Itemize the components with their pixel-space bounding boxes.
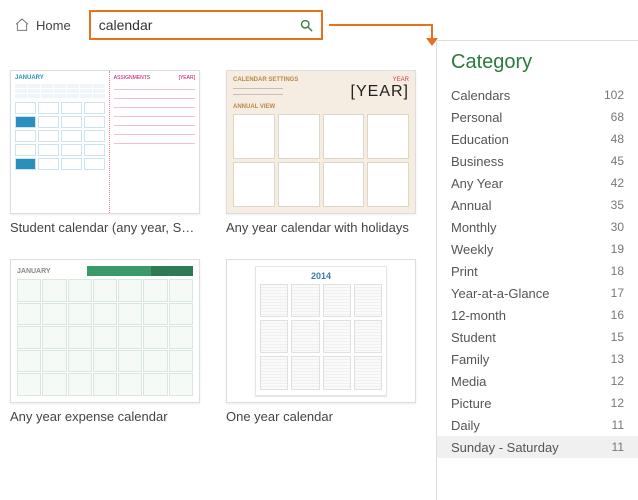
category-item-count: 15 [611,330,624,344]
search-box [89,10,323,40]
category-item[interactable]: Weekly 19 [437,238,638,260]
category-item-count: 11 [612,418,624,432]
template-card[interactable]: JANUARY Any year expense calendar [10,259,200,424]
category-item[interactable]: Any Year 42 [437,172,638,194]
template-label: Any year expense calendar [10,409,200,424]
category-item[interactable]: Monthly 30 [437,216,638,238]
category-item[interactable]: Print 18 [437,260,638,282]
template-card[interactable]: JANUARY ASSIGNMENTS[YEAR] Student calend… [10,70,200,235]
search-icon [299,18,314,33]
search-input[interactable] [91,13,293,37]
category-item-count: 68 [611,110,624,124]
category-item[interactable]: Picture 12 [437,392,638,414]
category-item[interactable]: Calendars 102 [437,84,638,106]
category-item-name: 12-month [451,308,506,323]
category-item-name: Annual [451,198,491,213]
category-title: Category [437,41,638,82]
category-item-count: 12 [611,396,624,410]
category-item-count: 12 [611,374,624,388]
template-grid: JANUARY ASSIGNMENTS[YEAR] Student calend… [10,46,430,424]
category-item-count: 16 [611,308,624,322]
annotation-arrow [329,24,433,26]
category-item[interactable]: Annual 35 [437,194,638,216]
category-item-count: 30 [611,220,624,234]
category-item-name: Family [451,352,489,367]
category-item-name: Business [451,154,504,169]
category-item[interactable]: 12-month 16 [437,304,638,326]
template-card[interactable]: 2014 One year calendar [226,259,416,424]
category-item-count: 13 [611,352,624,366]
template-card[interactable]: CALENDAR SETTINGS YEAR [YEAR] ANNUAL VIE… [226,70,416,235]
template-label: Student calendar (any year, Sun... [10,220,200,235]
category-list: Calendars 102 Personal 68 Education 48 Busines… [437,82,638,460]
category-item-name: Education [451,132,509,147]
search-button[interactable] [293,12,321,38]
category-item[interactable]: Year-at-a-Glance 17 [437,282,638,304]
category-item-name: Weekly [451,242,493,257]
category-item-name: Print [451,264,478,279]
template-label: One year calendar [226,409,416,424]
category-item-name: Year-at-a-Glance [451,286,550,301]
template-label: Any year calendar with holidays [226,220,416,235]
category-item-name: Calendars [451,88,510,103]
category-item[interactable]: Personal 68 [437,106,638,128]
category-item-name: Personal [451,110,502,125]
category-item-count: 19 [611,242,624,256]
category-item-count: 35 [611,198,624,212]
category-item-name: Monthly [451,220,497,235]
category-item-name: Picture [451,396,491,411]
category-item[interactable]: Student 15 [437,326,638,348]
thumb-month: JANUARY [15,75,105,81]
category-item-name: Daily [451,418,480,433]
category-item-count: 17 [611,286,624,300]
template-thumbnail: CALENDAR SETTINGS YEAR [YEAR] ANNUAL VIE… [226,70,416,214]
category-item-count: 11 [612,440,624,454]
category-item[interactable]: Media 12 [437,370,638,392]
category-item-count: 48 [611,132,624,146]
category-item-name: Student [451,330,496,345]
home-label: Home [36,18,71,33]
category-item-name: Any Year [451,176,503,191]
category-item[interactable]: Family 13 [437,348,638,370]
category-item[interactable]: Education 48 [437,128,638,150]
category-item[interactable]: Sunday - Saturday 11 [437,436,638,458]
template-thumbnail: JANUARY ASSIGNMENTS[YEAR] [10,70,200,214]
category-item[interactable]: Business 45 [437,150,638,172]
category-panel: Category Calendars 102 Personal 68 Education… [436,40,638,500]
home-icon [14,17,30,33]
category-item[interactable]: Daily 11 [437,414,638,436]
category-item-name: Sunday - Saturday [451,440,559,455]
home-link[interactable]: Home [14,17,71,33]
template-thumbnail: 2014 [226,259,416,403]
category-item-name: Media [451,374,486,389]
template-thumbnail: JANUARY [10,259,200,403]
category-item-count: 42 [611,176,624,190]
category-item-count: 18 [611,264,624,278]
category-item-count: 102 [604,88,624,102]
category-item-count: 45 [611,154,624,168]
